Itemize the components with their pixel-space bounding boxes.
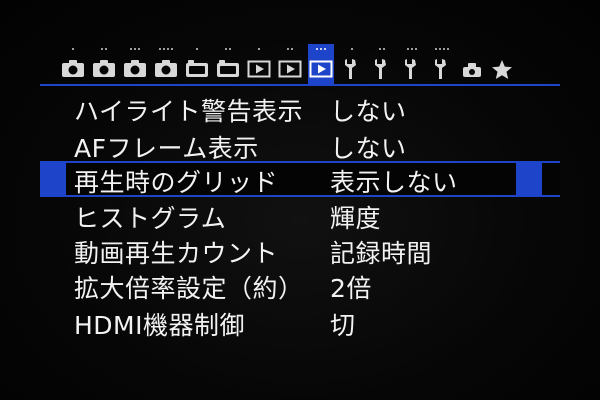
menu-item-value: 輝度	[330, 204, 382, 233]
playback-icon	[309, 60, 333, 78]
tab-playback-2[interactable]	[277, 44, 303, 86]
tab-playback-1[interactable]	[246, 44, 272, 86]
menu-item-label: 拡大倍率設定（約）	[74, 274, 304, 303]
tab-shooting-6[interactable]	[215, 44, 241, 86]
tab-setup-2[interactable]	[369, 44, 395, 86]
selection-marker-left	[40, 163, 66, 195]
camera-icon	[155, 60, 177, 77]
menu-item-label: 再生時のグリッド	[74, 168, 279, 197]
menu-item-highlight-alert[interactable]: ハイライト警告表示 しない	[40, 90, 560, 126]
star-icon	[492, 60, 512, 79]
camera-icon	[62, 60, 84, 77]
tab-shooting-4[interactable]	[153, 44, 179, 86]
wrench-icon	[345, 59, 356, 79]
menu-item-label: ハイライト警告表示	[74, 97, 304, 126]
tab-underline	[40, 84, 560, 86]
selection-marker-right	[516, 163, 542, 195]
menu-item-value: しない	[330, 97, 407, 126]
camera-icon	[217, 60, 239, 77]
menu-item-value: 記録時間	[330, 239, 433, 268]
tab-setup-3[interactable]	[399, 44, 425, 86]
tab-shooting-5[interactable]	[184, 44, 210, 86]
tab-playback-3[interactable]	[308, 44, 334, 86]
menu-item-magnification[interactable]: 拡大倍率設定（約） 2倍	[40, 267, 560, 303]
wrench-icon	[435, 59, 446, 79]
wrench-icon	[405, 59, 416, 79]
camera-icon	[93, 60, 115, 77]
menu-item-histogram[interactable]: ヒストグラム 輝度	[40, 197, 560, 233]
custom-function-icon	[463, 63, 481, 77]
playback-icon	[278, 60, 302, 78]
camera-menu-screen: ハイライト警告表示 しない AFフレーム表示 しない 再生時のグリッド 表示しな…	[0, 0, 600, 400]
menu-item-hdmi-control[interactable]: HDMI機器制御 切	[40, 304, 560, 340]
menu-item-value: 2倍	[330, 274, 372, 303]
tab-custom-functions[interactable]	[459, 44, 485, 86]
camera-icon	[124, 60, 146, 77]
menu-item-value: 切	[330, 311, 356, 340]
menu-tab-bar	[60, 44, 530, 86]
menu-item-af-frame-display[interactable]: AFフレーム表示 しない	[40, 127, 560, 163]
tab-shooting-2[interactable]	[91, 44, 117, 86]
menu-item-value: しない	[330, 134, 407, 163]
playback-icon	[247, 60, 271, 78]
menu-item-label: ヒストグラム	[74, 204, 227, 233]
menu-item-label: AFフレーム表示	[74, 134, 259, 163]
wrench-icon	[375, 59, 386, 79]
menu-item-playback-grid[interactable]: 再生時のグリッド 表示しない	[40, 161, 560, 197]
menu-item-value: 表示しない	[330, 168, 458, 197]
tab-shooting-3[interactable]	[122, 44, 148, 86]
menu-item-label: HDMI機器制御	[74, 311, 245, 340]
menu-item-label: 動画再生カウント	[74, 239, 279, 268]
tab-setup-4[interactable]	[429, 44, 455, 86]
menu-item-movie-play-count[interactable]: 動画再生カウント 記録時間	[40, 232, 560, 268]
camera-icon	[186, 60, 208, 77]
tab-setup-1[interactable]	[339, 44, 365, 86]
tab-my-menu[interactable]	[489, 44, 515, 86]
tab-shooting-1[interactable]	[60, 44, 86, 86]
